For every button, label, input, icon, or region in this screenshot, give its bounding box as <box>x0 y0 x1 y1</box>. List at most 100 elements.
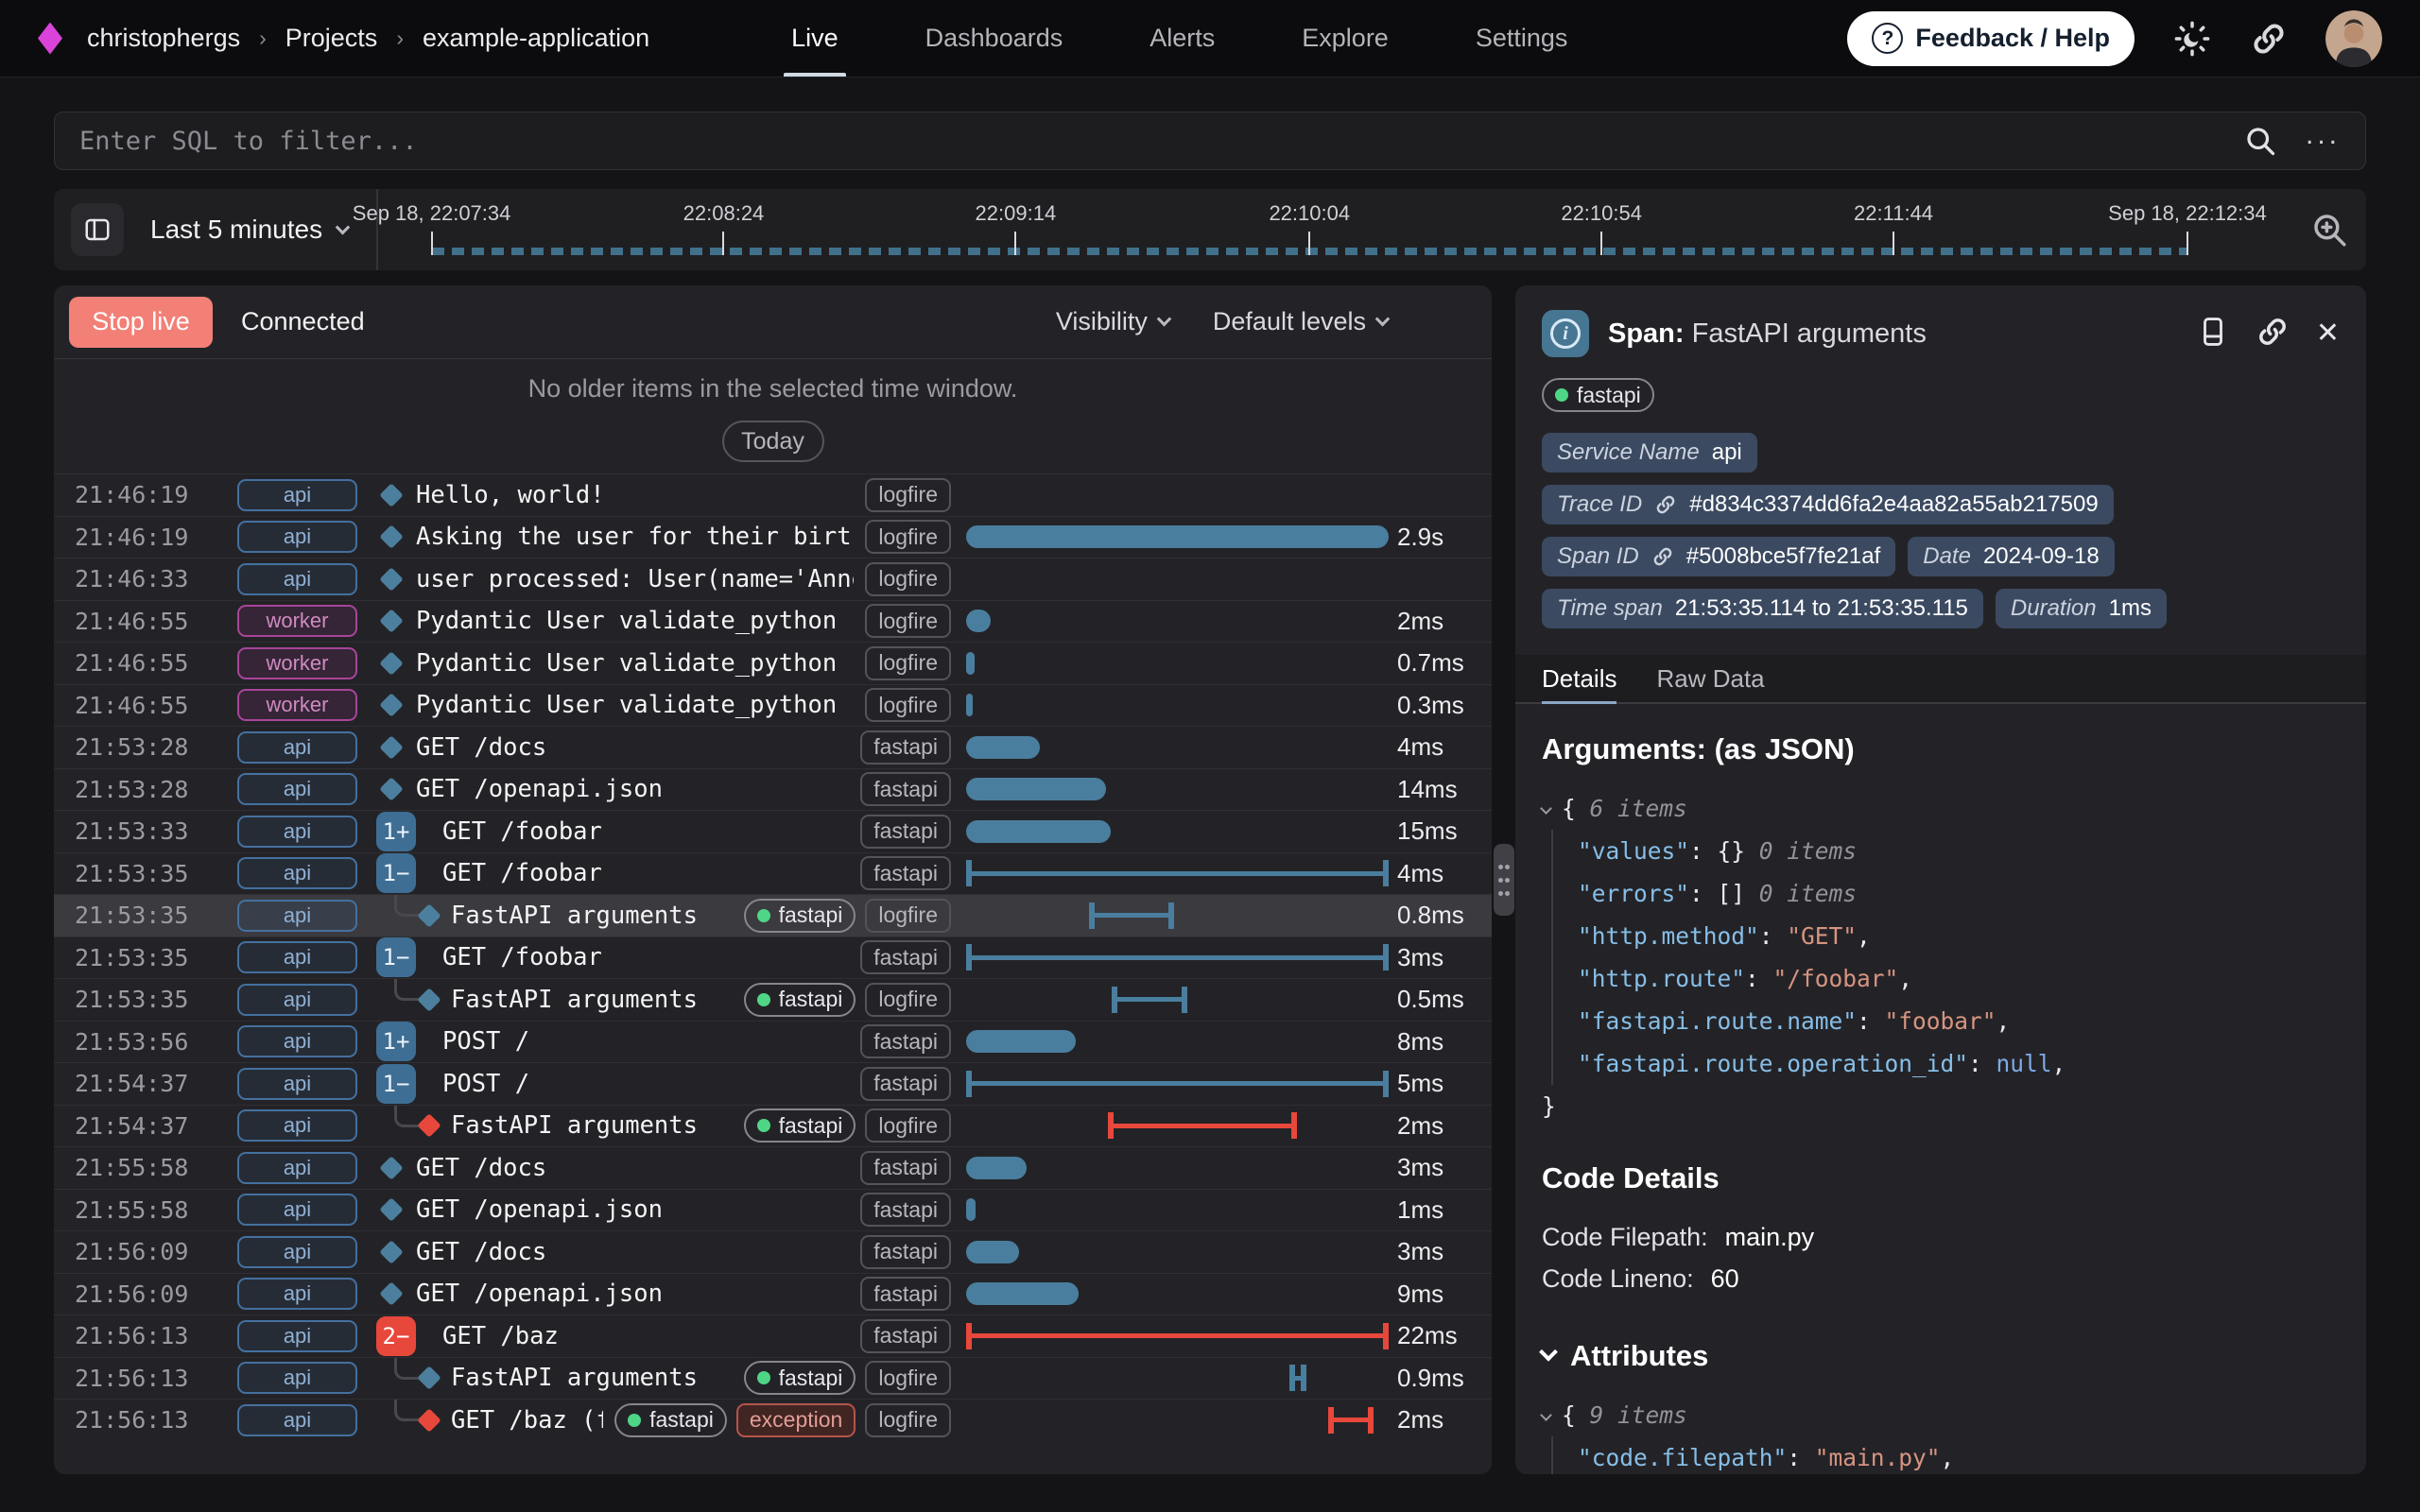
span-row[interactable]: 21:53:35api1−GET /foobarfastapi3ms <box>54 936 1492 979</box>
zoom-in-icon[interactable] <box>2309 210 2349 249</box>
time-range-select[interactable]: Last 5 minutes <box>150 215 348 245</box>
span-row[interactable]: 21:53:35apiFastAPI argumentsfastapilogfi… <box>54 894 1492 936</box>
timeline-tick-label: 22:09:14 <box>976 201 1057 226</box>
row-tree-marker <box>372 895 416 936</box>
default-levels-label: Default levels <box>1213 307 1366 336</box>
span-row[interactable]: 21:55:58apiGET /docsfastapi3ms <box>54 1146 1492 1189</box>
breadcrumb-projects[interactable]: Projects <box>285 24 378 53</box>
children-count-badge[interactable]: 1+ <box>376 812 416 851</box>
tab-dashboards[interactable]: Dashboards <box>925 0 1063 77</box>
span-row[interactable]: 21:46:19apiAsking the user for their bir… <box>54 516 1492 558</box>
breadcrumb-project-name[interactable]: example-application <box>423 24 649 53</box>
tab-explore[interactable]: Explore <box>1302 0 1389 77</box>
json-key: "http.route" <box>1578 965 1745 992</box>
tag-fastapi: fastapi <box>860 730 951 765</box>
children-count-badge[interactable]: 2− <box>376 1316 416 1356</box>
span-message: POST / <box>416 1070 849 1098</box>
status-dot-icon <box>628 1414 641 1427</box>
tree-connector <box>394 1106 419 1127</box>
span-row[interactable]: 21:53:28apiGET /docsfastapi4ms <box>54 726 1492 768</box>
today-button[interactable]: Today <box>722 421 824 462</box>
scope-badge-api: api <box>237 1236 357 1268</box>
timeline-tick-mark <box>431 232 433 255</box>
span-row[interactable]: 21:46:55workerPydantic User validate_pyt… <box>54 600 1492 643</box>
row-timestamp: 21:54:37 <box>75 1070 237 1097</box>
span-row[interactable]: 21:54:37apiFastAPI argumentsfastapilogfi… <box>54 1105 1492 1147</box>
span-row[interactable]: 21:56:13apiGET /baz (foobar)fastapiexcep… <box>54 1399 1492 1441</box>
duration-value: 4ms <box>1397 732 1492 762</box>
tag-fastapi: fastapi <box>860 1024 951 1058</box>
span-row[interactable]: 21:56:09apiGET /openapi.jsonfastapi9ms <box>54 1273 1492 1315</box>
theme-toggle-icon[interactable] <box>2172 19 2212 59</box>
span-row[interactable]: 21:46:33apiuser processed: User(name='An… <box>54 558 1492 600</box>
scope-badge-api: api <box>237 816 357 848</box>
duration-bar-track <box>966 1063 1397 1105</box>
tree-expander-icon[interactable] <box>1540 802 1552 815</box>
tab-alerts[interactable]: Alerts <box>1150 0 1215 77</box>
user-avatar[interactable] <box>2325 10 2382 67</box>
default-levels-dropdown[interactable]: Default levels <box>1213 307 1388 336</box>
span-row[interactable]: 21:46:19apiHello, world!logfire <box>54 473 1492 516</box>
close-icon[interactable]: ✕ <box>2316 319 2340 348</box>
search-icon[interactable] <box>2243 124 2277 158</box>
span-row[interactable]: 21:56:09apiGET /docsfastapi3ms <box>54 1230 1492 1273</box>
tab-live[interactable]: Live <box>791 0 838 77</box>
meta-trace-id[interactable]: Trace ID#d834c3374dd6fa2e4aa82a55ab21750… <box>1542 485 2114 524</box>
attributes-heading[interactable]: Attributes <box>1542 1339 2340 1373</box>
split-view-icon[interactable] <box>2197 316 2229 352</box>
span-row[interactable]: 21:54:37api1−POST /fastapi5ms <box>54 1062 1492 1105</box>
span-row[interactable]: 21:46:55workerPydantic User validate_pyt… <box>54 684 1492 727</box>
span-row[interactable]: 21:53:35apiFastAPI argumentsfastapilogfi… <box>54 978 1492 1021</box>
more-options-icon[interactable]: ... <box>2306 135 2341 146</box>
span-row[interactable]: 21:53:56api1+POST /fastapi8ms <box>54 1021 1492 1063</box>
span-row[interactable]: 21:56:13apiFastAPI argumentsfastapilogfi… <box>54 1357 1492 1400</box>
row-tags: fastapi <box>860 1277 951 1311</box>
tab-details[interactable]: Details <box>1542 655 1616 702</box>
stop-live-button[interactable]: Stop live <box>69 297 213 348</box>
row-tree-marker <box>372 1106 416 1147</box>
span-row[interactable]: 21:56:13api2−GET /bazfastapi22ms <box>54 1314 1492 1357</box>
span-message: FastAPI arguments <box>416 1364 733 1392</box>
tree-expander-icon[interactable] <box>1540 1409 1552 1421</box>
visibility-dropdown[interactable]: Visibility <box>1056 307 1169 336</box>
tab-raw-data[interactable]: Raw Data <box>1656 655 1764 702</box>
copy-link-icon[interactable] <box>2256 315 2290 353</box>
live-panel-header: Stop live Connected Visibility Default l… <box>54 285 1492 359</box>
duration-bar <box>1108 1112 1297 1139</box>
span-message: GET /foobar <box>416 943 849 971</box>
children-count-badge[interactable]: 1− <box>376 853 416 893</box>
breadcrumb-org[interactable]: christophergs <box>87 24 240 53</box>
timeline-tick-label: 22:11:44 <box>1854 201 1933 226</box>
json-line: } <box>1542 1085 2340 1127</box>
logfire-logo-icon[interactable] <box>38 23 62 55</box>
timeline-axis[interactable]: Sep 18, 22:07:3422:08:2422:09:1422:10:04… <box>384 189 2292 270</box>
span-row[interactable]: 21:46:55workerPydantic User validate_pyt… <box>54 642 1492 684</box>
span-row[interactable]: 21:53:28apiGET /openapi.jsonfastapi14ms <box>54 768 1492 811</box>
scope-badge-api: api <box>237 984 357 1016</box>
span-message: GET /docs <box>416 1238 849 1266</box>
span-row[interactable]: 21:53:33api1+GET /foobarfastapi15ms <box>54 810 1492 852</box>
share-link-icon[interactable] <box>2250 20 2288 58</box>
panel-resize-handle[interactable] <box>1494 844 1514 916</box>
children-count-badge[interactable]: 1+ <box>376 1022 416 1061</box>
scope-badge-api: api <box>237 1068 357 1100</box>
duration-bar-track <box>966 895 1397 936</box>
span-message: user processed: User(name='Anne', c <box>416 565 854 593</box>
tag-logfire: logfire <box>865 562 951 596</box>
sql-filter-input[interactable]: Enter SQL to filter... <box>79 127 2215 156</box>
duration-value: 0.5ms <box>1397 985 1492 1014</box>
row-tree-marker <box>372 1147 416 1189</box>
duration-bar <box>966 860 1389 886</box>
duration-bar-track <box>966 1358 1397 1400</box>
sidebar-toggle-icon[interactable] <box>71 203 124 256</box>
meta-span-id[interactable]: Span ID#5008bce5f7fe21af <box>1542 537 1895 576</box>
timeline-tick-label: Sep 18, 22:12:34 <box>2108 201 2267 226</box>
feedback-help-button[interactable]: ? Feedback / Help <box>1847 11 2135 66</box>
span-row[interactable]: 21:53:35api1−GET /foobarfastapi4ms <box>54 852 1492 895</box>
children-count-badge[interactable]: 1− <box>376 937 416 977</box>
tab-settings[interactable]: Settings <box>1476 0 1568 77</box>
span-row[interactable]: 21:55:58apiGET /openapi.jsonfastapi1ms <box>54 1189 1492 1231</box>
row-timestamp: 21:53:33 <box>75 817 237 845</box>
children-count-badge[interactable]: 1− <box>376 1064 416 1104</box>
sql-filter-bar[interactable]: Enter SQL to filter... ... <box>54 112 2366 170</box>
